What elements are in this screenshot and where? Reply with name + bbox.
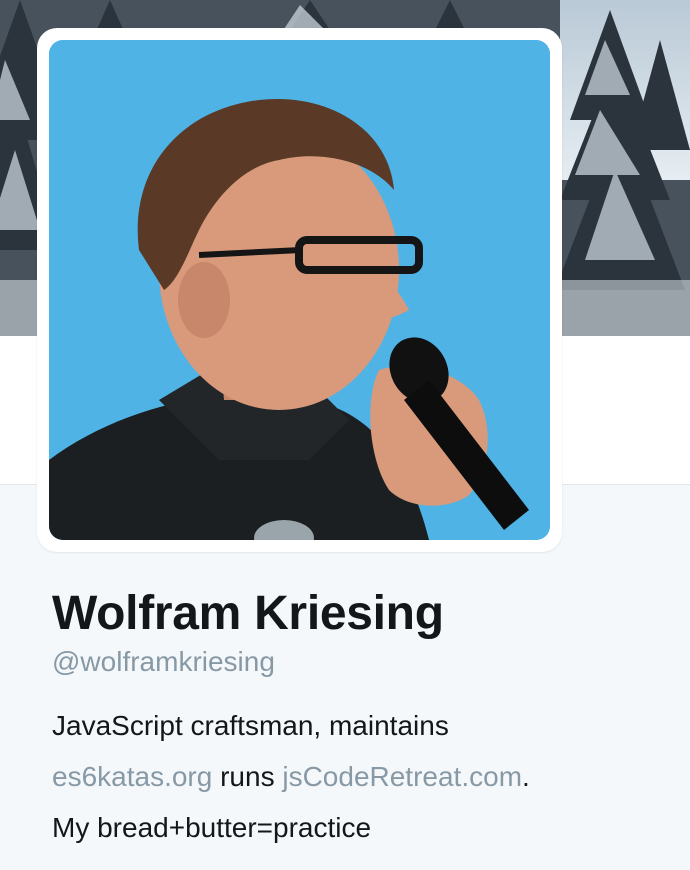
profile-name[interactable]: Wolfram Kriesing	[52, 585, 672, 643]
avatar-frame[interactable]	[37, 28, 562, 552]
bio-text-3: My bread+butter=practice	[52, 812, 372, 843]
avatar[interactable]	[49, 40, 550, 540]
bio-line-2: es6katas.org runs jsCodeRetreat.com.	[52, 751, 672, 802]
profile-bio: JavaScript craftsman, maintains es6katas…	[52, 700, 672, 853]
profile-handle[interactable]: @wolframkriesing	[52, 644, 672, 680]
bio-line-1: JavaScript craftsman, maintains	[52, 700, 672, 751]
bio-text-runs: runs	[212, 761, 283, 792]
bio-text-1: JavaScript craftsman, maintains	[52, 710, 449, 741]
bio-link-es6katas[interactable]: es6katas.org	[52, 761, 212, 792]
bio-line-3: My bread+butter=practice	[52, 802, 672, 853]
bio-text-period: .	[522, 761, 530, 792]
bio-link-jscoderetreat[interactable]: jsCodeRetreat.com	[282, 761, 522, 792]
profile-card: Wolfram Kriesing @wolframkriesing JavaSc…	[52, 585, 672, 853]
